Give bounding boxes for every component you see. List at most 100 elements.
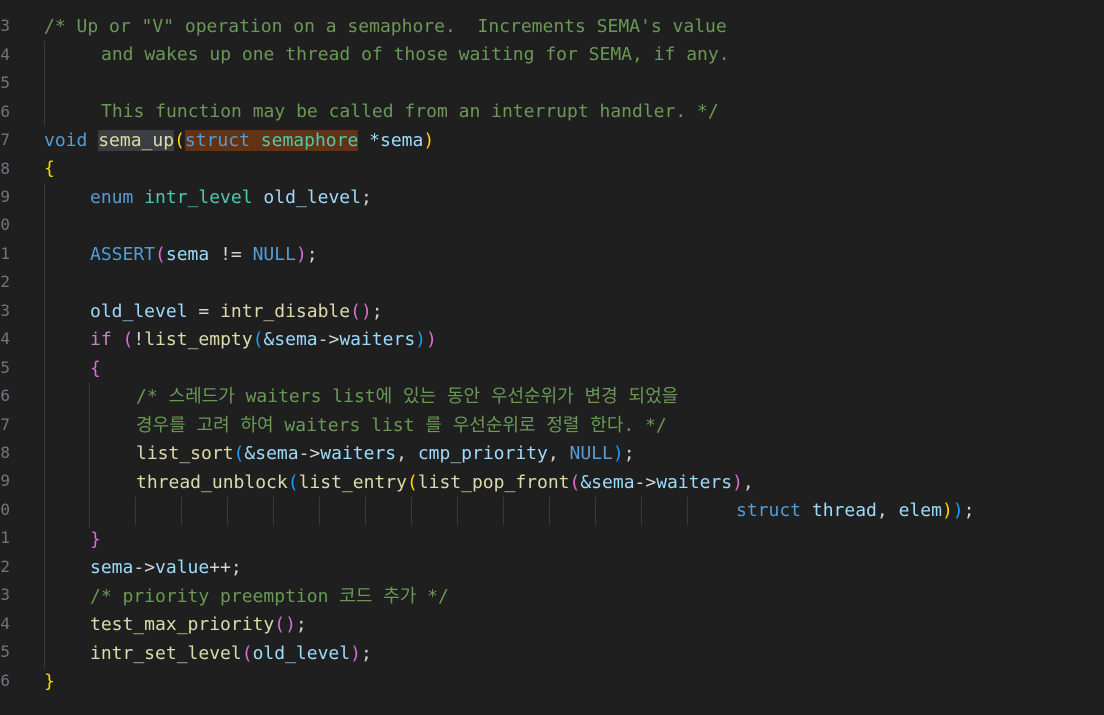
- operator: ->: [634, 472, 657, 493]
- code-line-brace[interactable]: {: [90, 355, 101, 383]
- operator: ->: [317, 329, 340, 350]
- variable: old_level: [252, 643, 351, 664]
- code-line-comment[interactable]: 경우를 고려 하여 waiters list 를 우선순위로 정렬 한다. */: [136, 412, 667, 440]
- line-number: 2: [0, 557, 10, 576]
- line-number: 3: [0, 585, 10, 604]
- field: waiters: [656, 472, 733, 493]
- code-line-function-signature[interactable]: void sema_up(struct semaphore *sema): [44, 127, 434, 155]
- code-line-comment[interactable]: This function may be called from an inte…: [101, 98, 719, 126]
- line-number: 5: [0, 642, 10, 661]
- function-call: test_max_priority: [90, 614, 275, 635]
- code-line-if[interactable]: if (!list_empty(&sema->waiters)): [90, 326, 437, 354]
- line-number: 7: [0, 130, 10, 149]
- variable: sema: [165, 244, 210, 265]
- code-line-comment[interactable]: /* priority preemption 코드 추가 */: [90, 583, 449, 611]
- field: value: [155, 557, 210, 578]
- variable: thread: [811, 500, 877, 521]
- code-line-comment[interactable]: and wakes up one thread of those waiting…: [101, 41, 730, 69]
- function-call: list_sort: [136, 443, 234, 464]
- line-number: 9: [0, 187, 10, 206]
- line-number: 0: [0, 215, 10, 234]
- operator: !=: [209, 244, 253, 265]
- keyword: struct: [184, 130, 250, 151]
- function-call: list_entry: [298, 472, 407, 493]
- function-call: list_pop_front: [417, 472, 570, 493]
- code-line-increment[interactable]: sema->value++;: [90, 554, 242, 582]
- function-call: list_empty: [144, 329, 253, 350]
- line-number: 6: [0, 102, 10, 121]
- function-name: sema_up: [98, 130, 175, 151]
- type-name: semaphore: [260, 130, 359, 151]
- indent-guide: [44, 183, 45, 668]
- keyword: if: [90, 329, 112, 350]
- indent-guide: [595, 497, 596, 525]
- operator: ++: [209, 557, 231, 578]
- line-number: 5: [0, 73, 10, 92]
- field: waiters: [339, 329, 416, 350]
- indent-guide: [319, 497, 320, 525]
- code-area[interactable]: /* Up or "V" operation on a semaphore. I…: [44, 0, 1104, 715]
- indent-guide: [365, 497, 366, 525]
- variable: sema: [90, 557, 134, 578]
- code-line-comment[interactable]: /* 스레드가 waiters list에 있는 동안 우선순위가 변경 되었을: [136, 383, 678, 411]
- code-editor[interactable]: 3 4 5 6 7 8 9 0 1 2 3 4 5 6 7 8 9 0 1 2 …: [0, 0, 1104, 715]
- keyword: void: [44, 130, 88, 151]
- line-number: 4: [0, 614, 10, 633]
- code-line-assignment[interactable]: old_level = intr_disable();: [90, 298, 383, 326]
- code-line-brace[interactable]: }: [90, 526, 101, 554]
- indent-guide: [135, 497, 136, 525]
- indent-guide: [641, 497, 642, 525]
- indent-guide: [89, 383, 90, 528]
- field: waiters: [320, 443, 397, 464]
- code-line-list-sort[interactable]: list_sort(&sema->waiters, cmp_priority, …: [136, 440, 635, 468]
- keyword: NULL: [252, 244, 296, 265]
- function-call: intr_set_level: [90, 643, 242, 664]
- line-number: 5: [0, 358, 10, 377]
- indent-guide: [273, 497, 274, 525]
- macro-name: ASSERT: [90, 244, 156, 265]
- line-number: 1: [0, 244, 10, 263]
- code-line-comment[interactable]: /* Up or "V" operation on a semaphore. I…: [44, 13, 727, 41]
- variable: &sema: [244, 443, 299, 464]
- code-line-continuation[interactable]: struct thread, elem));: [736, 497, 974, 525]
- line-number: 6: [0, 386, 10, 405]
- line-number: 4: [0, 45, 10, 64]
- line-number: 1: [0, 528, 10, 547]
- indent-guide: [227, 497, 228, 525]
- code-line-call[interactable]: test_max_priority();: [90, 611, 307, 639]
- operator: ->: [298, 443, 321, 464]
- code-line-call[interactable]: intr_set_level(old_level);: [90, 640, 372, 668]
- keyword: enum: [90, 187, 134, 208]
- line-number-gutter: 3 4 5 6 7 8 9 0 1 2 3 4 5 6 7 8 9 0 1 2 …: [0, 0, 14, 715]
- line-number: 4: [0, 329, 10, 348]
- indent-guide: [181, 497, 182, 525]
- type-name: intr_level: [144, 187, 253, 208]
- code-line-thread-unblock[interactable]: thread_unblock(list_entry(list_pop_front…: [136, 469, 754, 497]
- code-line-assert[interactable]: ASSERT(sema != NULL);: [90, 241, 318, 269]
- function-call: intr_disable: [220, 301, 351, 322]
- code-line-brace[interactable]: {: [44, 155, 55, 183]
- line-number: 3: [0, 301, 10, 320]
- indent-guide: [503, 497, 504, 525]
- line-number: 2: [0, 272, 10, 291]
- indent-guide: [549, 497, 550, 525]
- line-number: 8: [0, 159, 10, 178]
- line-number: 7: [0, 415, 10, 434]
- code-line-brace[interactable]: }: [44, 668, 55, 696]
- indent-guide: [44, 41, 45, 126]
- variable: cmp_priority: [417, 443, 548, 464]
- variable: old_level: [90, 301, 188, 322]
- indent-guide: [687, 497, 688, 525]
- code-line-declaration[interactable]: enum intr_level old_level;: [90, 184, 372, 212]
- keyword: struct: [736, 500, 802, 521]
- parameter: *sema: [369, 130, 424, 151]
- keyword: NULL: [569, 443, 613, 464]
- line-number: 3: [0, 16, 10, 35]
- variable: old_level: [263, 187, 361, 208]
- line-number: 6: [0, 671, 10, 690]
- indent-guide: [457, 497, 458, 525]
- variable: &sema: [580, 472, 635, 493]
- variable: &sema: [263, 329, 318, 350]
- variable: elem: [898, 500, 942, 521]
- line-number: 9: [0, 471, 10, 490]
